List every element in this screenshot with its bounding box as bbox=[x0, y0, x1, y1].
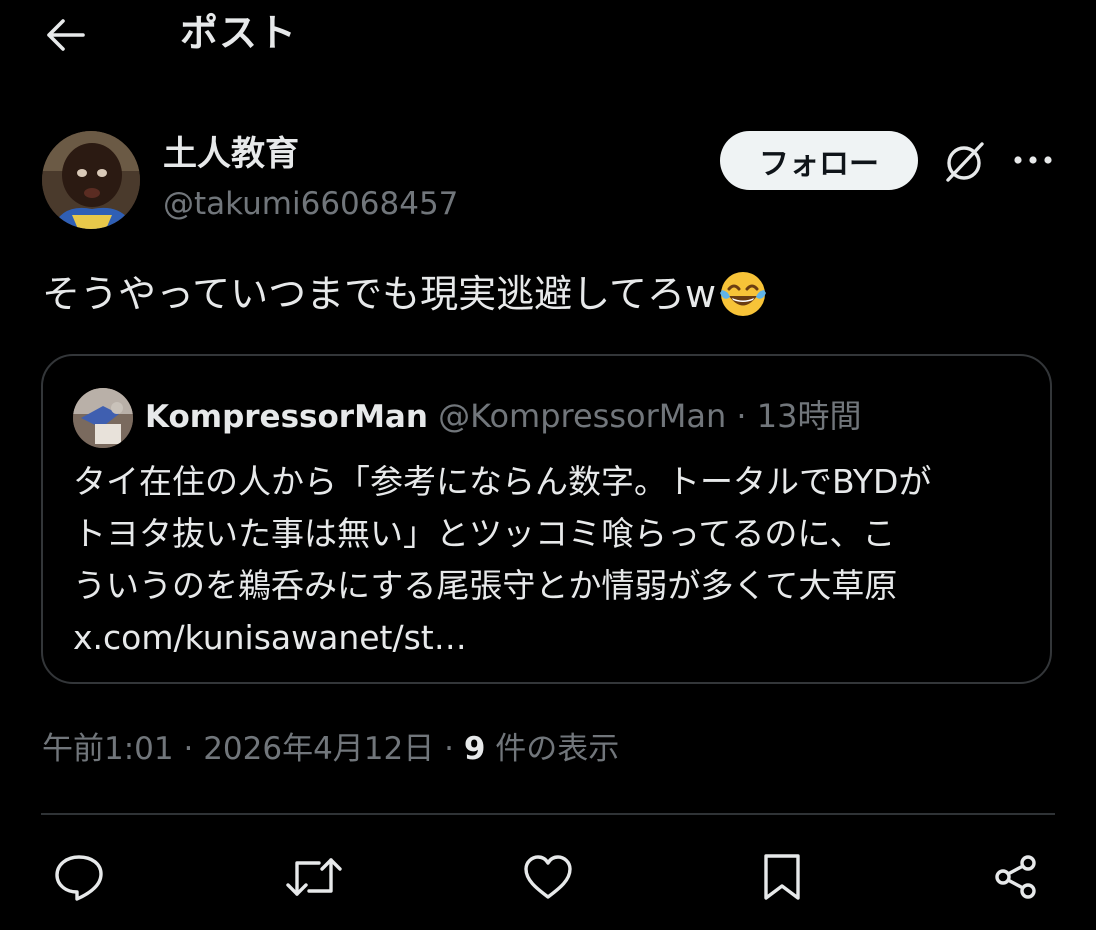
quoted-author-name: KompressorMan bbox=[145, 399, 428, 435]
bookmark-button[interactable] bbox=[744, 846, 820, 908]
quoted-author-avatar[interactable] bbox=[73, 388, 133, 448]
quoted-text-line: トヨタ抜いた事は無い」とツッコミ喰らってるのに、こ bbox=[73, 514, 896, 553]
quoted-post-time: 13時間 bbox=[756, 397, 862, 435]
quoted-author-handle: @KompressorMan bbox=[438, 397, 727, 435]
repost-button[interactable] bbox=[276, 846, 352, 908]
share-button[interactable] bbox=[978, 846, 1054, 908]
heart-icon bbox=[522, 853, 574, 901]
grok-button[interactable] bbox=[936, 134, 992, 190]
quoted-post-header: KompressorMan @KompressorMan · 13時間 bbox=[145, 394, 862, 439]
post-text-content: そうやっていつまでも現実逃避してろw bbox=[42, 272, 717, 316]
quoted-post-card[interactable]: KompressorMan @KompressorMan · 13時間 タイ在住… bbox=[41, 354, 1052, 684]
author-handle: @takumi66068457 bbox=[163, 186, 459, 222]
post-date[interactable]: 2026年4月12日 bbox=[203, 731, 434, 767]
meta-separator: · bbox=[173, 731, 204, 767]
meta-separator: · bbox=[434, 731, 464, 767]
page-title: ポスト bbox=[180, 11, 298, 55]
follow-button[interactable]: フォロー bbox=[720, 131, 918, 190]
arrow-left-icon bbox=[45, 18, 85, 52]
separator-dot: · bbox=[736, 397, 747, 435]
quoted-link[interactable]: x.com/kunisawanet/st… bbox=[73, 612, 1023, 664]
quoted-text-line: タイ在住の人から「参考にならん数字。トータルでBYDが bbox=[73, 462, 932, 501]
divider bbox=[41, 813, 1055, 815]
author-avatar[interactable] bbox=[42, 131, 140, 229]
grok-icon bbox=[942, 140, 986, 184]
repost-icon bbox=[285, 854, 343, 900]
post-meta: 午前1:01 · 2026年4月12日 · 9 件の表示 bbox=[42, 726, 619, 772]
back-button[interactable] bbox=[40, 12, 90, 58]
reply-button[interactable] bbox=[41, 846, 117, 908]
author-name[interactable]: 土人教育 bbox=[163, 131, 299, 177]
more-button[interactable] bbox=[1005, 136, 1061, 184]
like-button[interactable] bbox=[510, 846, 586, 908]
more-horizontal-icon bbox=[1013, 154, 1053, 166]
views-count[interactable]: 9 bbox=[464, 731, 486, 767]
quoted-post-text: タイ在住の人から「参考にならん数字。トータルでBYDが トヨタ抜いた事は無い」と… bbox=[73, 456, 1023, 664]
quoted-text-line: ういうのを鵜呑みにする尾張守とか情弱が多くて大草原 bbox=[73, 566, 898, 605]
views-label: 件の表示 bbox=[485, 731, 620, 767]
bookmark-icon bbox=[762, 852, 802, 902]
post-time[interactable]: 午前1:01 bbox=[42, 731, 174, 767]
tears-of-joy-emoji-icon bbox=[718, 269, 768, 319]
post-text: そうやっていつまでも現実逃避してろw bbox=[42, 266, 768, 322]
share-icon bbox=[992, 853, 1040, 901]
reply-icon bbox=[53, 852, 105, 902]
